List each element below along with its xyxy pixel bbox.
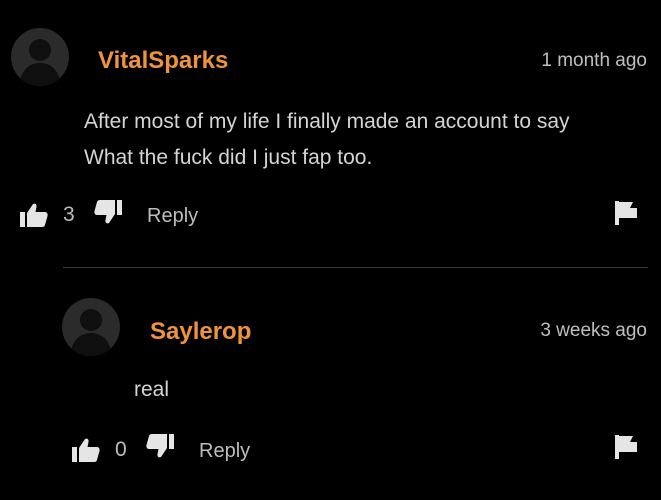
comment-body-line: What the fuck did I just fap too. bbox=[84, 146, 373, 169]
comment-timestamp: 1 month ago bbox=[541, 50, 647, 71]
avatar[interactable] bbox=[62, 298, 120, 356]
comment-body: real bbox=[134, 372, 169, 408]
divider bbox=[63, 267, 648, 268]
comment-body-line: After most of my life I finally made an … bbox=[84, 110, 570, 133]
like-count: 0 bbox=[115, 438, 127, 461]
thumbs-up-icon[interactable] bbox=[20, 203, 48, 227]
thumbs-up-icon[interactable] bbox=[72, 438, 100, 462]
comment-timestamp: 3 weeks ago bbox=[540, 320, 647, 341]
comment-username[interactable]: Saylerop bbox=[150, 318, 251, 346]
reply-button[interactable]: Reply bbox=[199, 440, 250, 463]
comment-thread: VitalSparks 1 month ago After most of my… bbox=[0, 0, 661, 500]
thumbs-down-icon[interactable] bbox=[146, 434, 174, 458]
like-count: 3 bbox=[63, 203, 75, 226]
flag-icon[interactable] bbox=[615, 435, 639, 459]
comment-username[interactable]: VitalSparks bbox=[98, 47, 228, 75]
comment-body: After most of my life I finally made an … bbox=[84, 104, 570, 176]
avatar[interactable] bbox=[11, 28, 69, 86]
flag-icon[interactable] bbox=[615, 201, 639, 225]
user-silhouette-icon bbox=[70, 309, 112, 356]
thumbs-down-icon[interactable] bbox=[94, 200, 122, 224]
comment-body-line: real bbox=[134, 378, 170, 401]
user-silhouette-icon bbox=[19, 39, 61, 86]
reply-button[interactable]: Reply bbox=[147, 205, 198, 228]
